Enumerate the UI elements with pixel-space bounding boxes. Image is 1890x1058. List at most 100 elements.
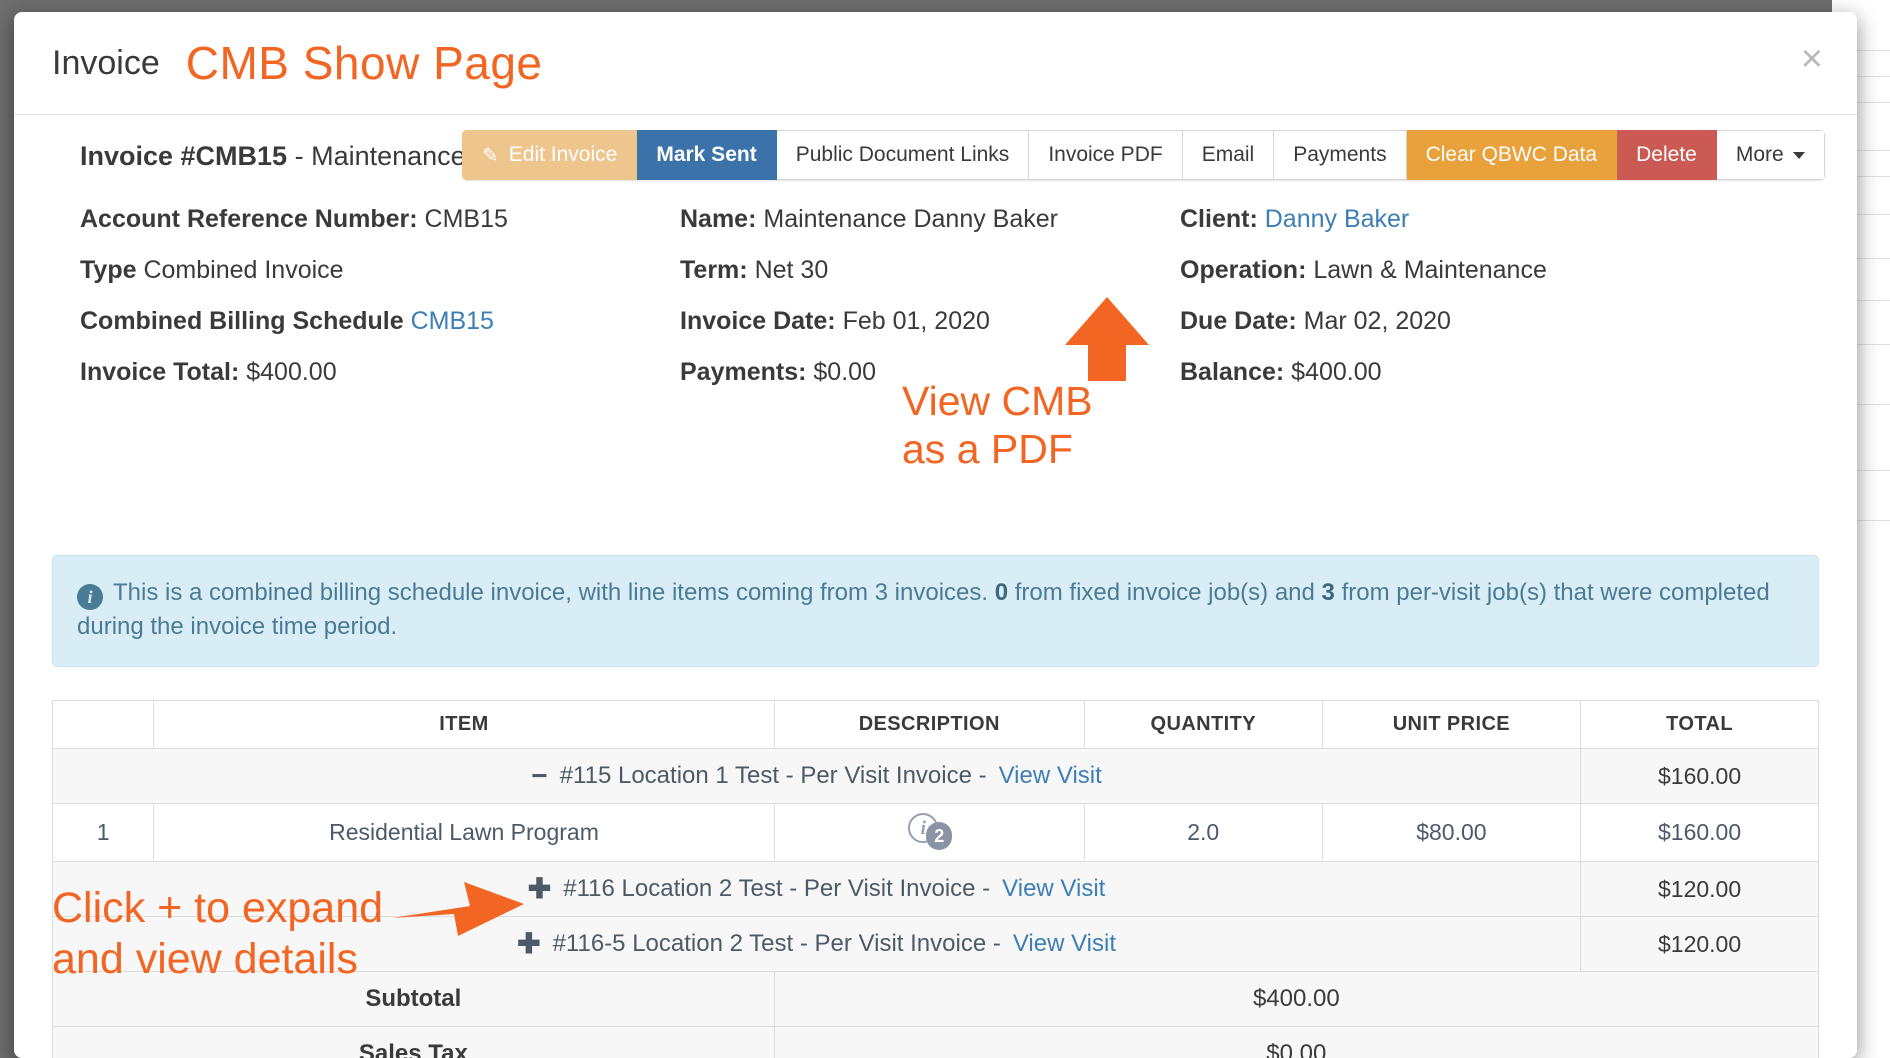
group-title: #116-5 Location 2 Test - Per Visit Invoi…	[553, 930, 1001, 958]
group-cell[interactable]: ✚ #116 Location 2 Test - Per Visit Invoi…	[53, 862, 1581, 917]
more-label: More	[1736, 143, 1784, 167]
group-label: ✚ #116 Location 2 Test - Per Visit Invoi…	[53, 862, 1580, 916]
line-item-name: Residential Lawn Program	[154, 804, 774, 862]
column-header-index	[53, 701, 154, 749]
detail-label: Combined Billing Schedule	[80, 307, 404, 335]
detail-value: CMB15	[425, 205, 508, 233]
pencil-icon: ✎	[482, 143, 499, 168]
alert-count-fixed: 0	[995, 579, 1008, 606]
view-visit-link[interactable]: View Visit	[1013, 930, 1116, 958]
description-count-badge: 2	[926, 822, 952, 850]
detail-label: Name:	[680, 205, 756, 233]
detail-type: Type Combined Invoice	[80, 256, 680, 285]
group-title: #116 Location 2 Test - Per Visit Invoice…	[563, 875, 990, 903]
edit-invoice-label: Edit Invoice	[509, 143, 618, 167]
expand-toggle-plus-icon[interactable]: ✚	[528, 875, 551, 903]
detail-label: Balance:	[1180, 358, 1284, 386]
summary-label: Subtotal	[53, 972, 775, 1027]
invoice-pdf-button[interactable]: Invoice PDF	[1029, 130, 1182, 180]
detail-label: Type	[80, 256, 137, 284]
edit-invoice-button[interactable]: ✎ Edit Invoice	[462, 130, 637, 180]
column-header-unit-price: UNIT PRICE	[1322, 701, 1580, 749]
invoice-detail-grid: Account Reference Number: CMB15 Name: Ma…	[80, 205, 1800, 387]
invoice-line-items-table: ITEM DESCRIPTION QUANTITY UNIT PRICE TOT…	[52, 700, 1819, 1058]
view-visit-link[interactable]: View Visit	[999, 762, 1102, 790]
description-info-badge[interactable]: i 2	[908, 813, 950, 847]
table-row-group[interactable]: ✚ #116-5 Location 2 Test - Per Visit Inv…	[53, 917, 1819, 972]
line-unit-price: $80.00	[1322, 804, 1580, 862]
group-label: ✚ #116-5 Location 2 Test - Per Visit Inv…	[53, 917, 1580, 971]
more-dropdown-button[interactable]: More	[1717, 130, 1825, 180]
group-total: $120.00	[1581, 862, 1819, 917]
detail-value: $400.00	[246, 358, 336, 386]
client-link[interactable]: Danny Baker	[1265, 205, 1410, 233]
invoice-modal: Invoice CMB Show Page × Invoice #CMB15 -…	[14, 12, 1857, 1058]
clear-qbwc-data-button[interactable]: Clear QBWC Data	[1407, 130, 1618, 180]
table-row-group[interactable]: ✚ #116 Location 2 Test - Per Visit Invoi…	[53, 862, 1819, 917]
table-row: 1 Residential Lawn Program i 2 2.0 $80.0…	[53, 804, 1819, 862]
line-total: $160.00	[1581, 804, 1819, 862]
info-icon: i	[77, 584, 103, 610]
detail-balance: Balance: $400.00	[1180, 358, 1800, 387]
email-button[interactable]: Email	[1183, 130, 1275, 180]
line-description: i 2	[774, 804, 1084, 862]
detail-value: $400.00	[1291, 358, 1381, 386]
detail-label: Invoice Total:	[80, 358, 239, 386]
annotation-page-label: CMB Show Page	[186, 36, 543, 90]
detail-label: Invoice Date:	[680, 307, 836, 335]
column-header-description: DESCRIPTION	[774, 701, 1084, 749]
invoice-number: Invoice #CMB15	[80, 141, 287, 171]
detail-operation: Operation: Lawn & Maintenance	[1180, 256, 1800, 285]
summary-row-subtotal: Subtotal $400.00	[53, 972, 1819, 1027]
payments-button[interactable]: Payments	[1274, 130, 1406, 180]
group-total: $120.00	[1581, 917, 1819, 972]
group-title: #115 Location 1 Test - Per Visit Invoice…	[560, 762, 987, 790]
expand-toggle-plus-icon[interactable]: ✚	[517, 930, 540, 958]
combined-billing-schedule-link[interactable]: CMB15	[411, 307, 494, 335]
detail-value: Net 30	[755, 256, 829, 284]
mark-sent-button[interactable]: Mark Sent	[637, 130, 776, 180]
detail-value: Feb 01, 2020	[843, 307, 990, 335]
detail-label: Operation:	[1180, 256, 1306, 284]
detail-due-date: Due Date: Mar 02, 2020	[1180, 307, 1800, 336]
detail-value: Lawn & Maintenance	[1313, 256, 1546, 284]
alert-text-part2: from fixed invoice job(s) and	[1008, 579, 1321, 606]
detail-payments: Payments: $0.00	[680, 358, 1180, 387]
detail-label: Account Reference Number:	[80, 205, 418, 233]
detail-account-reference: Account Reference Number: CMB15	[80, 205, 680, 234]
column-header-total: TOTAL	[1581, 701, 1819, 749]
delete-button[interactable]: Delete	[1617, 130, 1717, 180]
detail-value: Combined Invoice	[143, 256, 343, 284]
column-header-item: ITEM	[154, 701, 774, 749]
group-cell[interactable]: − #115 Location 1 Test - Per Visit Invoi…	[53, 749, 1581, 804]
group-cell[interactable]: ✚ #116-5 Location 2 Test - Per Visit Inv…	[53, 917, 1581, 972]
table-header-row: ITEM DESCRIPTION QUANTITY UNIT PRICE TOT…	[53, 701, 1819, 749]
combined-billing-info-alert: i This is a combined billing schedule inv…	[52, 555, 1819, 667]
detail-term: Term: Net 30	[680, 256, 1180, 285]
close-icon[interactable]: ×	[1801, 46, 1823, 72]
table-row-group[interactable]: − #115 Location 1 Test - Per Visit Invoi…	[53, 749, 1819, 804]
table-header: ITEM DESCRIPTION QUANTITY UNIT PRICE TOT…	[53, 701, 1819, 749]
line-quantity: 2.0	[1084, 804, 1322, 862]
detail-value: $0.00	[813, 358, 876, 386]
summary-row-sales-tax: Sales Tax $0.00	[53, 1027, 1819, 1058]
collapse-toggle-minus-icon[interactable]: −	[531, 762, 547, 790]
detail-label: Client:	[1180, 205, 1258, 233]
summary-value: $400.00	[774, 972, 1818, 1027]
chevron-down-icon	[1793, 152, 1805, 159]
detail-name: Name: Maintenance Danny Baker	[680, 205, 1180, 234]
table-body: − #115 Location 1 Test - Per Visit Invoi…	[53, 749, 1819, 1058]
summary-value: $0.00	[774, 1027, 1818, 1058]
column-header-quantity: QUANTITY	[1084, 701, 1322, 749]
group-total: $160.00	[1581, 749, 1819, 804]
detail-value: Mar 02, 2020	[1304, 307, 1451, 335]
detail-client: Client: Danny Baker	[1180, 205, 1800, 234]
detail-label: Term:	[680, 256, 748, 284]
detail-invoice-total: Invoice Total: $400.00	[80, 358, 680, 387]
modal-header: Invoice CMB Show Page ×	[14, 12, 1857, 115]
alert-text-part1: This is a combined billing schedule invo…	[113, 579, 995, 606]
public-document-links-button[interactable]: Public Document Links	[777, 130, 1030, 180]
detail-combined-billing-schedule: Combined Billing Schedule CMB15	[80, 307, 680, 336]
summary-label: Sales Tax	[53, 1027, 775, 1058]
view-visit-link[interactable]: View Visit	[1002, 875, 1105, 903]
